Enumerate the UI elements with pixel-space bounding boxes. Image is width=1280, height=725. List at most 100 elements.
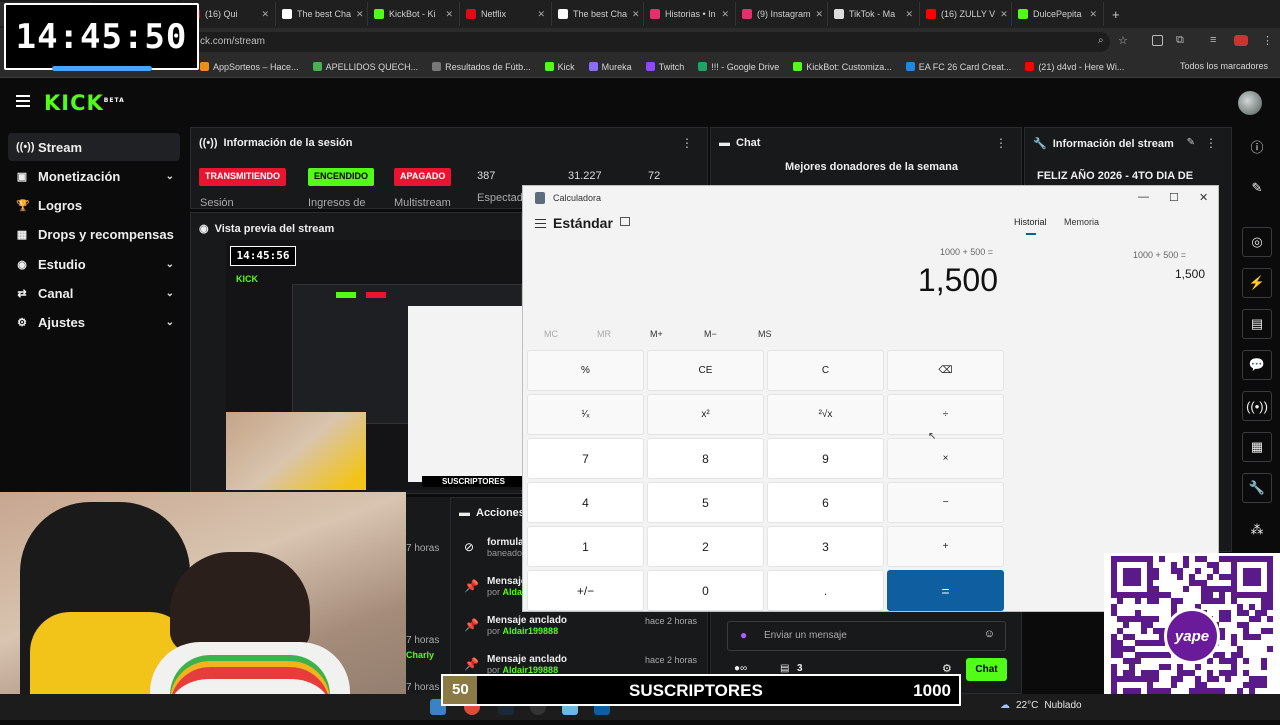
edit-icon[interactable]: ✎ (1187, 137, 1195, 148)
more-icon[interactable]: ⋮ (1205, 136, 1217, 150)
wrench-icon[interactable]: 🔧 (1242, 473, 1272, 503)
zoom-icon[interactable]: ⌕ (1098, 35, 1104, 46)
url-field[interactable]: ck.com/stream (150, 32, 1110, 52)
browser-tab[interactable]: The best Cha ✕ (552, 2, 644, 26)
memory-clear-button[interactable]: MC (544, 329, 558, 339)
keep-on-top-icon[interactable] (620, 217, 630, 226)
media-icon[interactable]: ≡ (1210, 34, 1216, 46)
history-result[interactable]: 1,500 (1175, 267, 1205, 281)
sidebar-item[interactable]: ▣ Monetización ⌄ (8, 162, 180, 190)
clear-entry-button[interactable]: CE (647, 350, 764, 391)
sidebar-item[interactable]: ⇄ Canal ⌄ (8, 280, 180, 308)
tab-close-icon[interactable]: ✕ (1000, 9, 1008, 20)
tab-history[interactable]: Historial (1014, 217, 1047, 227)
sidebar-item[interactable]: ((•)) Stream (8, 133, 180, 161)
minus-button[interactable]: − (887, 482, 1004, 523)
reciprocal-button[interactable]: ¹⁄ₓ (527, 394, 644, 435)
mic-icon[interactable]: ● (740, 628, 747, 642)
bookmark-item[interactable]: EA FC 26 Card Creat... (905, 62, 1011, 72)
chat-send-button[interactable]: Chat (966, 658, 1007, 681)
negate-button[interactable]: +/− (527, 570, 644, 611)
store-icon[interactable]: ▤ (780, 663, 789, 674)
bookmark-item[interactable]: Twitch (645, 62, 684, 72)
pen-icon[interactable]: ✎ (1242, 173, 1272, 203)
emoji-icon[interactable]: ☺ (984, 628, 995, 640)
sidebar-item[interactable]: ▦ Drops y recompensas (8, 221, 180, 249)
extensions-icon[interactable] (1152, 35, 1163, 46)
tab-close-icon[interactable]: ✕ (905, 9, 913, 20)
digit-5-button[interactable]: 5 (647, 482, 764, 523)
decimal-button[interactable]: . (767, 570, 884, 611)
divide-button[interactable]: ÷ (887, 394, 1004, 435)
more-icon[interactable]: ⋮ (681, 136, 693, 150)
bookmark-item[interactable]: (21) d4vd - Here Wi... (1025, 62, 1124, 72)
chevron-down-icon[interactable]: ⌄ (166, 259, 174, 270)
digit-1-button[interactable]: 1 (527, 526, 644, 567)
memory-add-button[interactable]: M+ (650, 329, 663, 339)
digit-7-button[interactable]: 7 (527, 438, 644, 479)
digit-0-button[interactable]: 0 (647, 570, 764, 611)
chat-input[interactable]: ● Enviar un mensaje ☺ (727, 621, 1006, 651)
bookmark-item[interactable]: APELLIDOS QUECH... (312, 62, 418, 72)
sidebar-item[interactable]: 🏆 Logros (8, 192, 180, 220)
chevron-down-icon[interactable]: ⌄ (166, 317, 174, 328)
puzzle-icon[interactable]: ⧉ (1176, 34, 1184, 47)
memory-store-button[interactable]: MS (758, 329, 772, 339)
digit-8-button[interactable]: 8 (647, 438, 764, 479)
tab-close-icon[interactable]: ✕ (1089, 9, 1097, 20)
clear-button[interactable]: C (767, 350, 884, 391)
browser-tab[interactable]: KickBot - Ki ✕ (368, 2, 460, 26)
sidebar-item[interactable]: ◉ Estudio ⌄ (8, 250, 180, 278)
memory-recall-button[interactable]: MR (597, 329, 611, 339)
minimize-icon[interactable]: — (1138, 191, 1149, 203)
browser-tab[interactable]: (16) ZULLY V ✕ (920, 2, 1012, 26)
tab-close-icon[interactable]: ✕ (721, 9, 729, 20)
notes-icon[interactable]: ▤ (1242, 309, 1272, 339)
chat-bubble-icon[interactable]: 💬 (1242, 350, 1272, 380)
sidebar-item[interactable]: ⚙ Ajustes ⌄ (8, 309, 180, 337)
new-tab-button[interactable]: + (1112, 7, 1120, 22)
sqrt-button[interactable]: ²√x (767, 394, 884, 435)
browser-tab[interactable]: Netflix ✕ (460, 2, 552, 26)
broadcast-icon[interactable]: ((•)) (1242, 391, 1272, 421)
bookmark-item[interactable]: Mureka (588, 62, 632, 72)
hamburger-icon[interactable] (16, 95, 30, 107)
bolt-icon[interactable]: ⚡ (1242, 268, 1272, 298)
users-icon[interactable]: ●∞ (734, 663, 747, 674)
tab-close-icon[interactable]: ✕ (445, 9, 453, 20)
digit-2-button[interactable]: 2 (647, 526, 764, 567)
bookmark-item[interactable]: !!! - Google Drive (698, 62, 779, 72)
digit-3-button[interactable]: 3 (767, 526, 884, 567)
digit-6-button[interactable]: 6 (767, 482, 884, 523)
tab-memory[interactable]: Memoria (1064, 217, 1099, 227)
multiply-button[interactable]: × (887, 438, 1004, 479)
camera-icon[interactable]: ◎ (1242, 227, 1272, 257)
tab-close-icon[interactable]: ✕ (632, 9, 640, 20)
history-expression[interactable]: 1000 + 500 = (1133, 250, 1186, 260)
star-icon[interactable]: ☆ (1118, 34, 1128, 47)
plus-button[interactable]: + (887, 526, 1004, 567)
maximize-icon[interactable]: ☐ (1169, 191, 1179, 204)
square-button[interactable]: x² (647, 394, 764, 435)
tab-close-icon[interactable]: ✕ (816, 9, 824, 20)
close-icon[interactable]: ✕ (1199, 191, 1208, 204)
percent-button[interactable]: % (527, 350, 644, 391)
avatar[interactable] (1238, 91, 1262, 115)
browser-tab[interactable]: The best Cha ✕ (276, 2, 368, 26)
bookmark-item[interactable]: Resultados de Fútb... (432, 62, 531, 72)
chevron-down-icon[interactable]: ⌄ (166, 288, 174, 299)
chevron-down-icon[interactable]: ⌄ (166, 171, 174, 182)
browser-tab[interactable]: TikTok - Ma ✕ (828, 2, 920, 26)
tab-close-icon[interactable]: ✕ (537, 9, 545, 20)
nav-menu-icon[interactable] (535, 219, 546, 228)
backspace-button[interactable]: ⌫ (887, 350, 1004, 391)
all-bookmarks[interactable]: Todos los marcadores (1180, 61, 1268, 71)
digit-4-button[interactable]: 4 (527, 482, 644, 523)
menu-icon[interactable]: ⋮ (1262, 34, 1273, 47)
more-icon[interactable]: ⋮ (995, 136, 1007, 150)
browser-tab[interactable]: Historias • In ✕ (644, 2, 736, 26)
browser-tab[interactable]: DulcePepita ✕ (1012, 2, 1104, 26)
nodes-icon[interactable]: ⁂ (1242, 515, 1272, 545)
memory-subtract-button[interactable]: M− (704, 329, 717, 339)
weather-widget[interactable]: ☁ 22°C Nublado (1000, 700, 1082, 711)
